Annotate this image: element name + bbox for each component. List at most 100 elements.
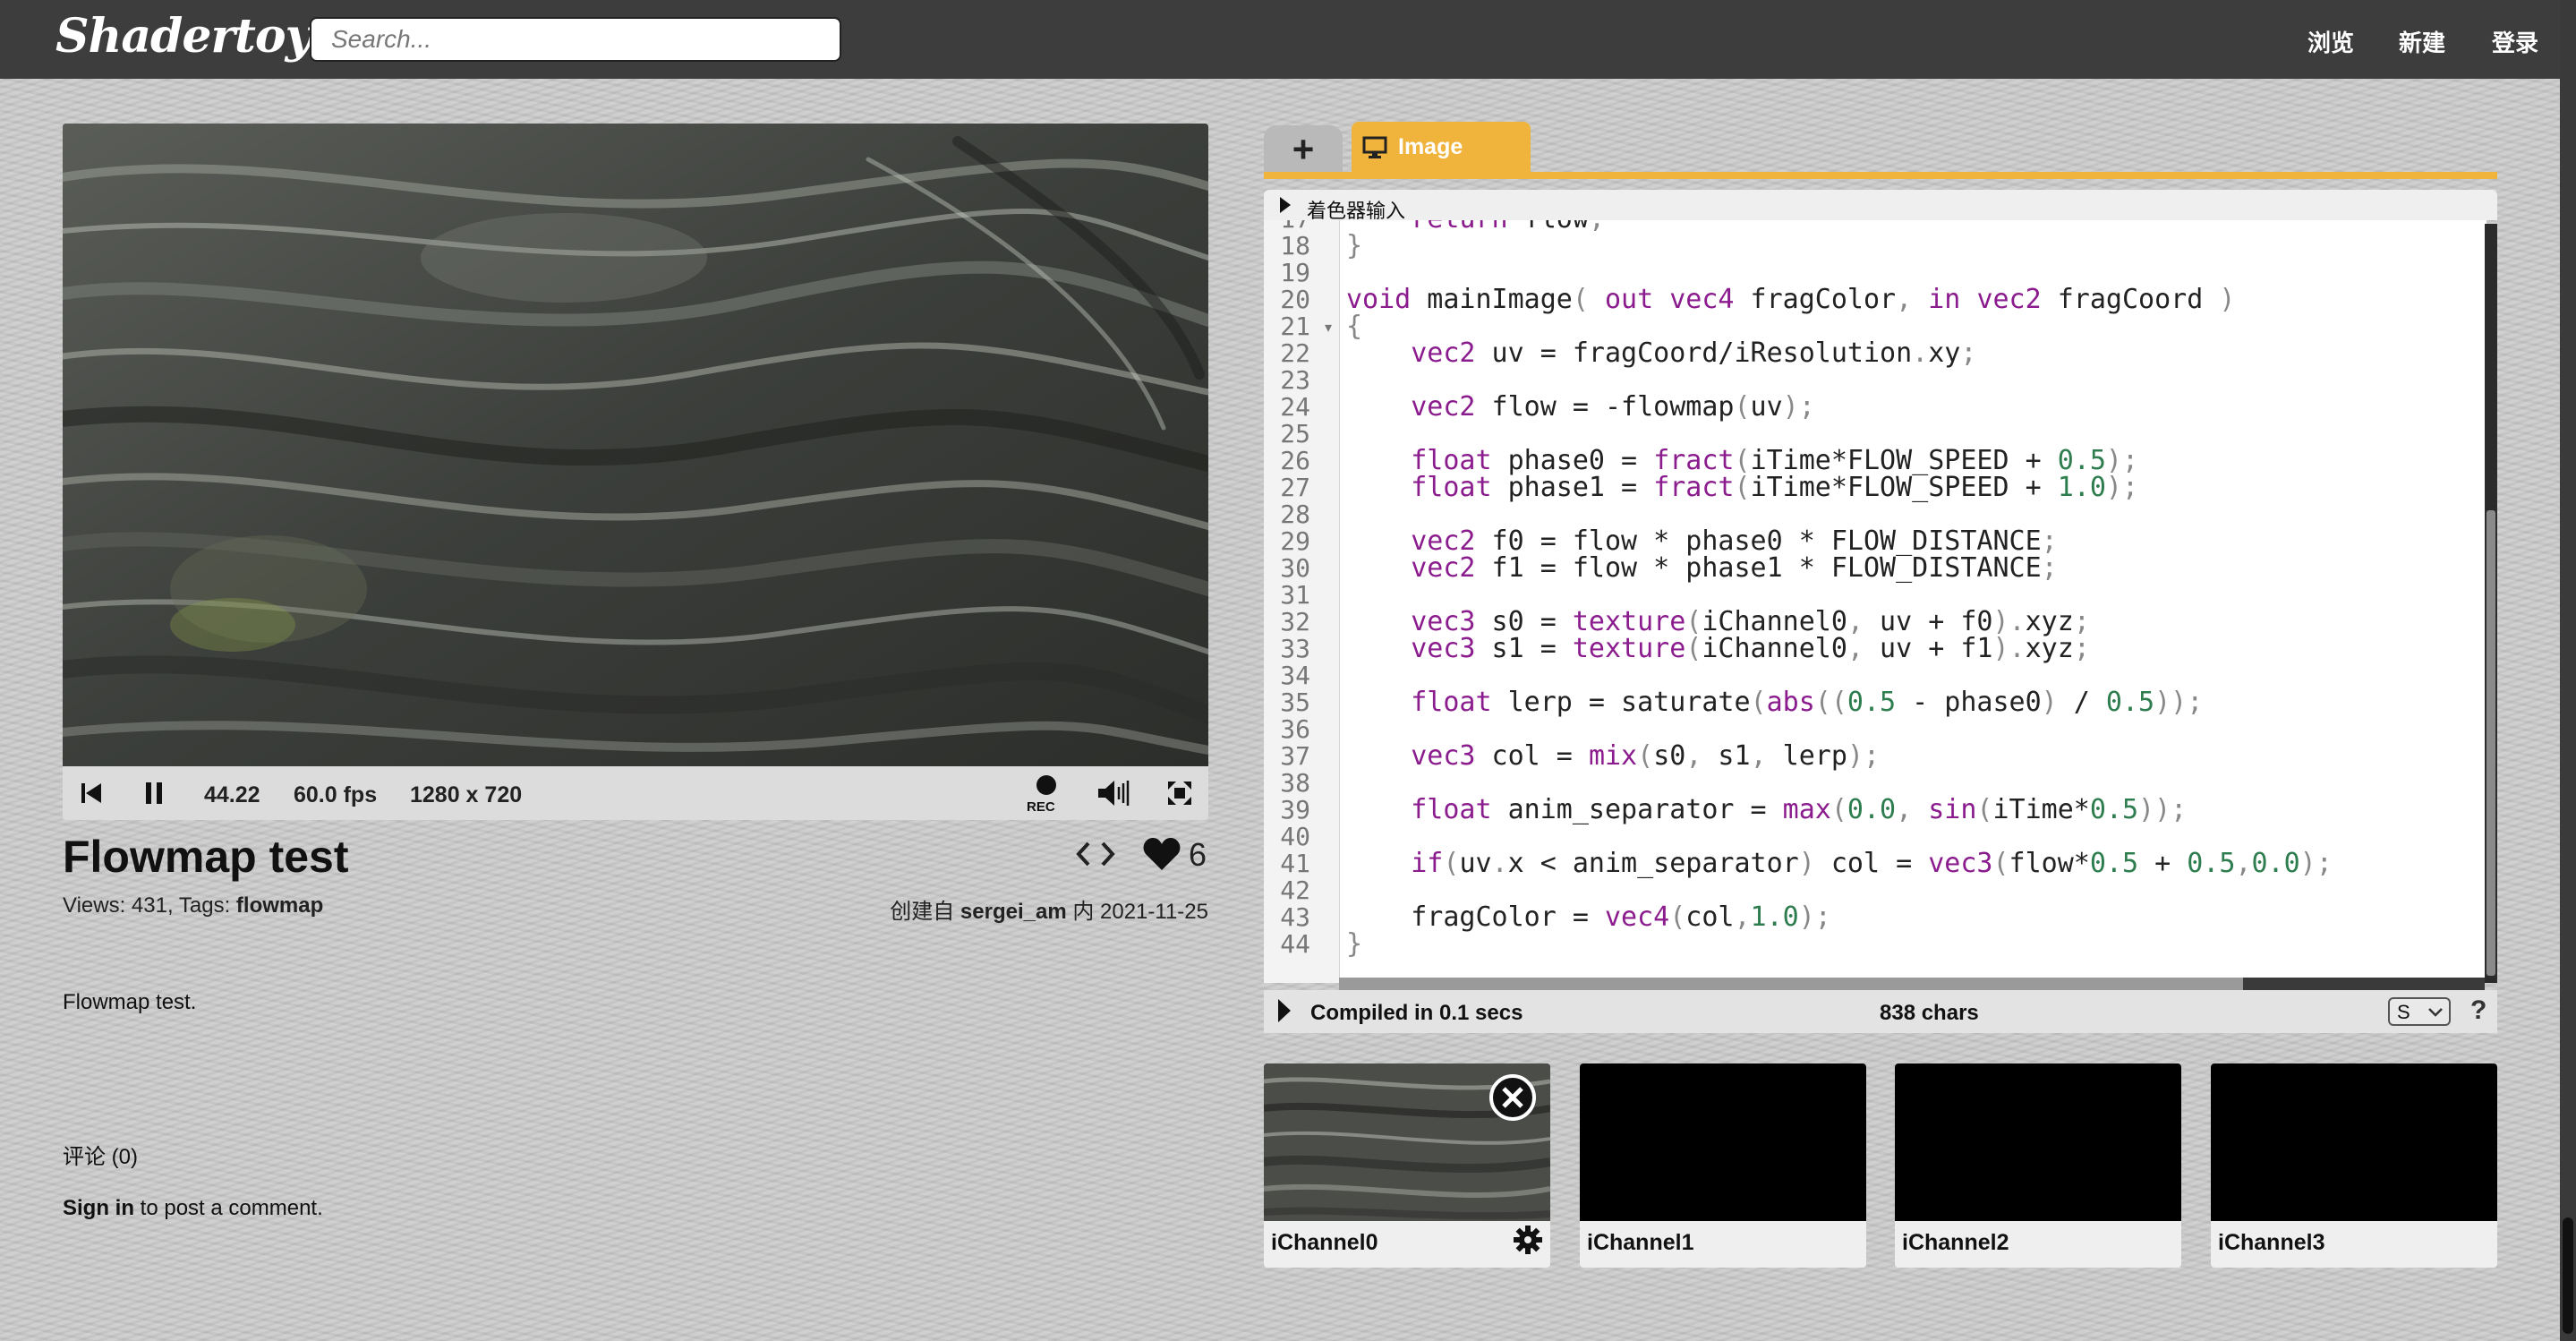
help-button[interactable]: ? [2470,995,2486,1026]
line-number: 26 [1280,446,1310,475]
code-line-24: vec2 flow = -flowmap(uv); [1411,391,1815,423]
rec-label: REC [1027,799,1055,815]
record-icon[interactable]: REC [1026,766,1067,820]
line-number: 30 [1280,553,1310,583]
channel1-preview[interactable] [1580,1063,1866,1221]
shader-render-image [63,124,1208,766]
line-number: 44 [1280,929,1310,959]
time-display: 44.22 [204,782,260,807]
shader-meta: Views: 431, Tags: flowmap [63,893,323,918]
top-navbar: Shadertoy 浏览 新建 登录 [0,0,2576,79]
created-prefix: 创建自 [890,900,960,924]
editor-horizontal-scrollbar[interactable] [1339,978,2485,990]
code-line-26: float phase0 = fract(iTime*FLOW_SPEED + … [1411,445,2139,476]
code-editor[interactable]: 1718192021▾22232425262728293031323334353… [1264,220,2486,983]
char-count: 838 chars [1880,1001,1979,1025]
heart-icon[interactable] [1142,836,1181,876]
channel-slot-3[interactable]: iChannel3 [2211,1063,2497,1268]
comments-heading: 评论 (0) [63,1145,138,1169]
page-scrollbar[interactable] [2560,0,2576,1341]
fold-arrow-icon[interactable]: ▾ [1325,319,1332,337]
compile-play-icon[interactable] [1276,997,1292,1024]
editor-statusbar: Compiled in 0.1 secs 838 chars S ? [1264,990,2497,1033]
volume-icon[interactable] [1094,766,1135,820]
add-tab-button[interactable]: + [1264,125,1343,175]
code-line-20: void mainImage( out vec4 fragColor, in v… [1346,284,2236,315]
channel-slot-2[interactable]: iChannel2 [1895,1063,2181,1268]
shader-description: Flowmap test. [63,990,197,1014]
nav-browse[interactable]: 浏览 [2307,25,2354,58]
line-number: 29 [1280,526,1310,556]
code-line-37: vec3 col = mix(s0, s1, lerp); [1411,740,1881,772]
tab-underline [1264,172,2497,179]
pause-icon[interactable] [136,766,172,820]
code-line-29: vec2 f0 = flow * phase0 * FLOW_DISTANCE; [1411,525,2058,557]
shader-inputs-toggle[interactable]: 着色器输入 [1264,190,2497,222]
editor-vscroll-thumb[interactable] [2486,510,2495,976]
resolution-display: 1280 x 720 [410,782,523,807]
shadertoy-logo[interactable]: Shadertoy [55,9,312,64]
channel-label-2: iChannel2 [1902,1230,2009,1255]
editor-vertical-scrollbar[interactable] [2485,224,2497,983]
nav-new[interactable]: 新建 [2399,25,2445,58]
line-number: 32 [1280,607,1310,636]
line-number: 23 [1280,365,1310,395]
editor-hscroll-thumb[interactable] [2243,978,2485,990]
gear-icon[interactable] [1513,1225,1543,1260]
created-date: 内 2021-11-25 [1066,900,1208,924]
line-number: 20 [1280,285,1310,314]
line-number: 41 [1280,849,1310,878]
code-icon[interactable] [1076,840,1115,873]
code-line-39: float anim_separator = max(0.0, sin(iTim… [1411,794,2188,825]
line-number: 42 [1280,875,1310,905]
line-number: 27 [1280,473,1310,502]
tab-image[interactable]: Image [1352,122,1531,175]
channel-slot-1[interactable]: iChannel1 [1580,1063,1866,1268]
created-info: 创建自 sergei_am 内 2021-11-25 [890,893,1208,925]
line-number: 19 [1280,258,1310,287]
tab-image-label: Image [1398,134,1463,159]
channel-label-3: iChannel3 [2218,1230,2325,1255]
editor-tabs: + Image [1264,122,2497,175]
code-line-21: { [1346,311,1363,342]
channel-slot-0[interactable]: iChannel0 [1264,1063,1550,1268]
channel2-preview[interactable] [1895,1063,2181,1221]
signin-prompt: Sign in to post a comment. [63,1196,323,1221]
font-size-select[interactable]: S [2388,997,2451,1026]
code-line-32: vec3 s0 = texture(iChannel0, uv + f0).xy… [1411,606,2090,637]
channel3-preview[interactable] [2211,1063,2497,1221]
line-number: 24 [1280,392,1310,422]
line-number: 39 [1280,795,1310,824]
line-number: 33 [1280,634,1310,663]
code-line-43: fragColor = vec4(col,1.0); [1346,901,1831,933]
line-number: 25 [1280,419,1310,448]
nav-signin[interactable]: 登录 [2492,25,2538,58]
line-number: 34 [1280,661,1310,690]
tag-link[interactable]: flowmap [236,893,323,918]
code-line-22: vec2 uv = fragCoord/iResolution.xy; [1411,337,1977,369]
compile-status: Compiled in 0.1 secs [1310,1001,1523,1025]
code-line-44: } [1346,928,1363,960]
signin-link[interactable]: Sign in [63,1196,134,1220]
line-number: 35 [1280,688,1310,717]
search-input[interactable] [310,17,841,62]
page-scrollbar-thumb[interactable] [2563,1217,2573,1334]
line-number: 37 [1280,741,1310,771]
views-tags-text: Views: 431, Tags: [63,893,236,918]
close-icon[interactable] [1488,1072,1538,1127]
author-link[interactable]: sergei_am [960,900,1067,924]
font-size-value: S [2397,1001,2410,1023]
line-number: 22 [1280,338,1310,368]
channel-label-1: iChannel1 [1587,1230,1694,1255]
rewind-icon[interactable] [73,766,109,820]
line-number: 28 [1280,500,1310,529]
code-line-27: float phase1 = fract(iTime*FLOW_SPEED + … [1411,472,2139,503]
shader-viewport[interactable] [63,124,1208,766]
code-line-33: vec3 s1 = texture(iChannel0, uv + f1).xy… [1411,633,2090,664]
line-number: 18 [1280,231,1310,261]
player-controls: 44.22 60.0 fps 1280 x 720 REC [63,766,1208,820]
code-line-30: vec2 f1 = flow * phase1 * FLOW_DISTANCE; [1411,552,2058,584]
line-number: 36 [1280,714,1310,744]
fullscreen-icon[interactable] [1162,766,1198,820]
monitor-icon [1362,136,1387,166]
